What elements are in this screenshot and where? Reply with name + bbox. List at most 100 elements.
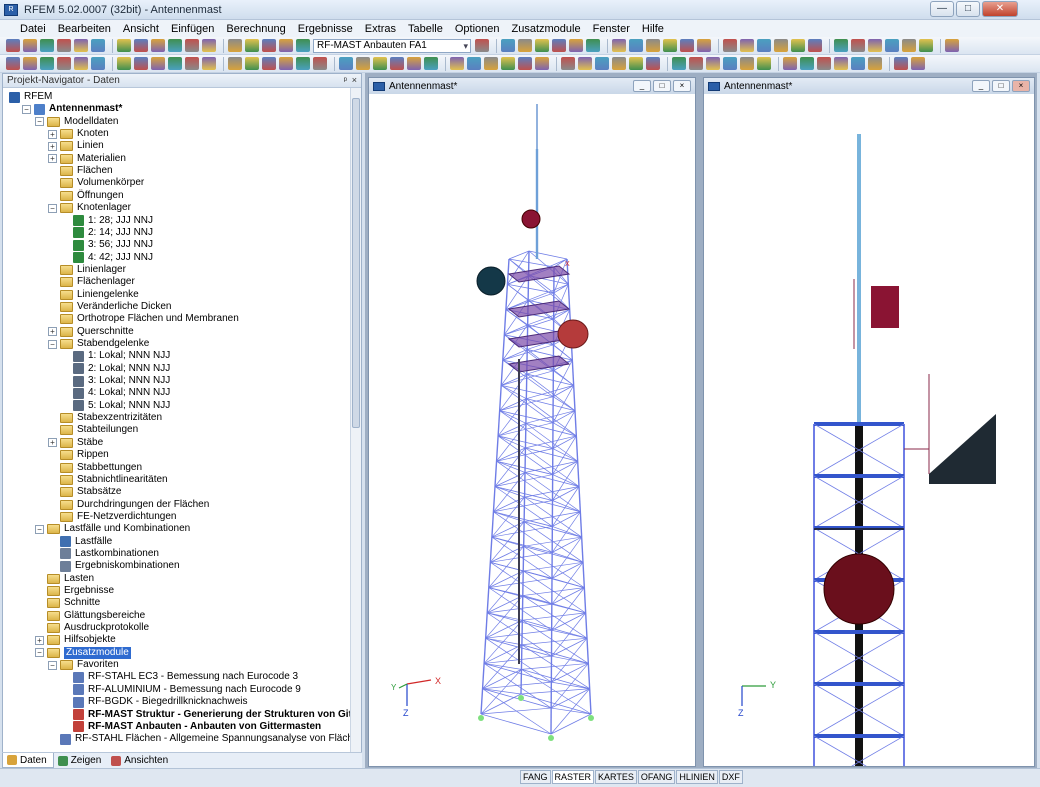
toolbar-tool-icon[interactable]	[791, 39, 805, 52]
tree-item[interactable]: Flächenlager	[48, 276, 135, 288]
toolbar-tool-icon[interactable]	[851, 57, 865, 70]
menu-fenster[interactable]: Fenster	[587, 23, 636, 35]
toolbar-tool-icon[interactable]	[646, 39, 660, 52]
toolbar-tool-icon[interactable]	[774, 39, 788, 52]
toolbar-tool-icon[interactable]	[894, 57, 908, 70]
toolbar-tool-icon[interactable]	[151, 39, 165, 52]
tree-item[interactable]: − Lastfälle und Kombinationen	[35, 523, 190, 535]
expand-icon[interactable]: +	[48, 154, 57, 164]
tree-item[interactable]: 3: Lokal; NNN NJJ	[61, 375, 170, 387]
toolbar-tool-icon[interactable]	[356, 57, 370, 70]
tree-item[interactable]: Veränderliche Dicken	[48, 301, 172, 313]
toolbar-tool-icon[interactable]	[578, 57, 592, 70]
expand-icon[interactable]: −	[22, 104, 31, 114]
toolbar-tool-icon[interactable]	[680, 39, 694, 52]
view-minimize-button[interactable]: _	[633, 80, 651, 92]
status-fang-toggle[interactable]: FANG	[520, 770, 551, 784]
model-front-view[interactable]: YZ	[704, 94, 1034, 766]
toolbar-tool-icon[interactable]	[23, 57, 37, 70]
toolbar-tool-icon[interactable]	[168, 39, 182, 52]
tree-item[interactable]: Orthotrope Flächen und Membranen	[48, 313, 239, 325]
tree-item[interactable]: Liniengelenke	[48, 289, 139, 301]
toolbar-tool-icon[interactable]	[262, 39, 276, 52]
menu-ansicht[interactable]: Ansicht	[117, 23, 165, 35]
toolbar-tool-icon[interactable]	[646, 57, 660, 70]
toolbar-tool-icon[interactable]	[851, 39, 865, 52]
toolbar-tool-icon[interactable]	[424, 57, 438, 70]
tree-item[interactable]: Volumenkörper	[48, 177, 144, 189]
tree-item[interactable]: Stabexzentrizitäten	[48, 412, 162, 424]
toolbar-tool-icon[interactable]	[91, 39, 105, 52]
tree-item[interactable]: Lastkombinationen	[48, 548, 159, 560]
tree-item[interactable]: − Antennenmast*	[22, 103, 122, 115]
toolbar-tool-icon[interactable]	[595, 57, 609, 70]
toolbar-tool-icon[interactable]	[185, 39, 199, 52]
tree-item[interactable]: + Stäbe	[48, 437, 103, 449]
toolbar-tool-icon[interactable]	[552, 39, 566, 52]
toolbar-tool-icon[interactable]	[808, 39, 822, 52]
toolbar-tool-icon[interactable]	[629, 57, 643, 70]
toolbar-tool-icon[interactable]	[518, 57, 532, 70]
view-window-right[interactable]: Antennenmast* _ □ × YZ	[703, 77, 1035, 767]
expand-icon[interactable]: −	[35, 117, 44, 127]
expand-icon[interactable]: +	[48, 141, 57, 151]
toolbar-tool-icon[interactable]	[279, 57, 293, 70]
menu-einfügen[interactable]: Einfügen	[165, 23, 220, 35]
scroll-thumb[interactable]	[352, 98, 360, 428]
toolbar-tool-icon[interactable]	[561, 57, 575, 70]
toolbar-tool-icon[interactable]	[484, 57, 498, 70]
toolbar-tool-icon[interactable]	[373, 57, 387, 70]
toolbar-tool-icon[interactable]	[834, 39, 848, 52]
close-button[interactable]: ✕	[982, 1, 1018, 17]
tree-item[interactable]: RF-MAST Anbauten - Anbauten von Gitterma…	[61, 721, 321, 733]
toolbar-tool-icon[interactable]	[296, 39, 310, 52]
toolbar-tool-icon[interactable]	[689, 57, 703, 70]
tree-item[interactable]: 4: 42; JJJ NNJ	[61, 252, 153, 264]
toolbar-tool-icon[interactable]	[467, 57, 481, 70]
toolbar-tool-icon[interactable]	[23, 39, 37, 52]
toolbar-tool-icon[interactable]	[834, 57, 848, 70]
view-minimize-button[interactable]: _	[972, 80, 990, 92]
toolbar-tool-icon[interactable]	[6, 57, 20, 70]
tree-item[interactable]: RF-STAHL Flächen - Allgemeine Spannungsa…	[48, 733, 351, 745]
toolbar-tool-icon[interactable]	[586, 39, 600, 52]
tree-item[interactable]: Ergebnisse	[35, 585, 114, 597]
tree-item[interactable]: 1: 28; JJJ NNJ	[61, 215, 153, 227]
tree-item[interactable]: Öffnungen	[48, 190, 124, 202]
toolbar-tool-icon[interactable]	[663, 39, 677, 52]
toolbar-tool-icon[interactable]	[817, 57, 831, 70]
toolbar-tool-icon[interactable]	[74, 57, 88, 70]
pin-icon[interactable]: ᵖ	[344, 74, 347, 87]
menu-tabelle[interactable]: Tabelle	[402, 23, 449, 35]
expand-icon[interactable]: −	[35, 648, 44, 658]
toolbar-tool-icon[interactable]	[501, 57, 515, 70]
tree-item[interactable]: RF-ALUMINIUM - Bemessung nach Eurocode 9	[61, 684, 301, 696]
tree-item[interactable]: + Materialien	[48, 153, 126, 165]
tree-item[interactable]: 1: Lokal; NNN NJJ	[61, 350, 170, 362]
tree-item[interactable]: Flächen	[48, 165, 113, 177]
toolbar-tool-icon[interactable]	[117, 39, 131, 52]
toolbar-tool-icon[interactable]	[569, 39, 583, 52]
tree-item[interactable]: 4: Lokal; NNN NJJ	[61, 387, 170, 399]
toolbar-tool-icon[interactable]	[945, 39, 959, 52]
tree-item[interactable]: Rippen	[48, 449, 109, 461]
menu-extras[interactable]: Extras	[359, 23, 402, 35]
minimize-button[interactable]: —	[930, 1, 954, 17]
tree-item[interactable]: RF-BGDK - Biegedrillknicknachweis	[61, 696, 248, 708]
module-combo[interactable]: RF-MAST Anbauten FA1	[313, 38, 471, 53]
toolbar-tool-icon[interactable]	[800, 57, 814, 70]
tree-item[interactable]: Glättungsbereiche	[35, 610, 145, 622]
tree-item[interactable]: Stabnichtlinearitäten	[48, 474, 168, 486]
toolbar-tool-icon[interactable]	[757, 57, 771, 70]
tree-item[interactable]: − Zusatzmodule	[35, 646, 131, 659]
view-maximize-button[interactable]: □	[992, 80, 1010, 92]
toolbar-tool-icon[interactable]	[783, 57, 797, 70]
menu-datei[interactable]: Datei	[14, 23, 52, 35]
tree-item[interactable]: 2: Lokal; NNN NJJ	[61, 363, 170, 375]
tree-item[interactable]: RF-MAST Struktur - Generierung der Struk…	[61, 709, 351, 721]
tree-item[interactable]: + Hilfsobjekte	[35, 634, 116, 646]
toolbar-tool-icon[interactable]	[697, 39, 711, 52]
tree-item[interactable]: Stabsätze	[48, 486, 121, 498]
toolbar-tool-icon[interactable]	[40, 39, 54, 52]
toolbar-tool-icon[interactable]	[57, 57, 71, 70]
